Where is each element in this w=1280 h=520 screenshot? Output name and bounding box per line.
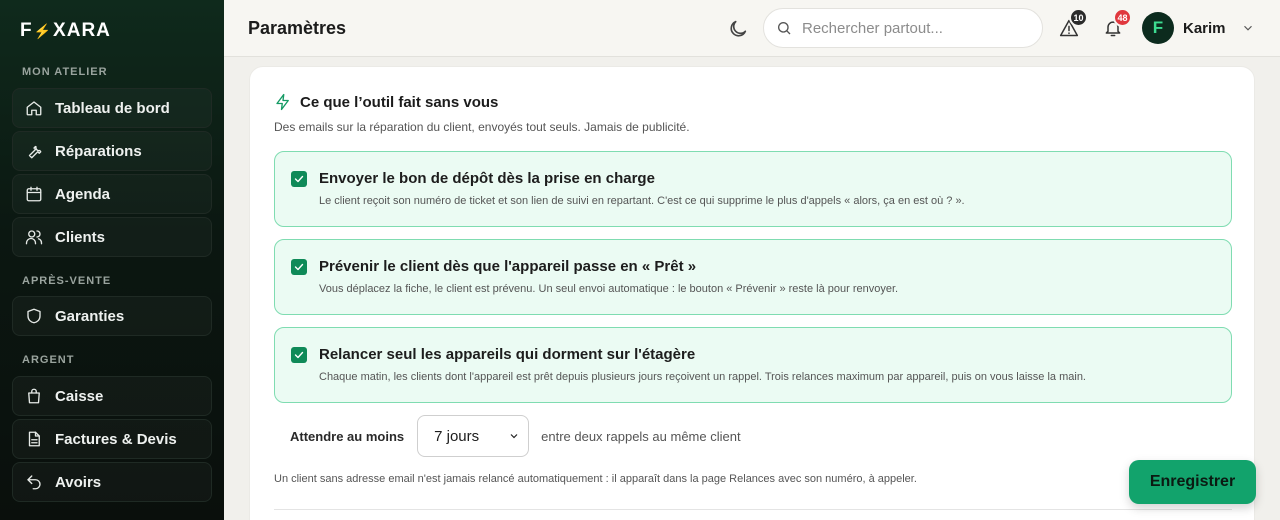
sidebar-item-label: Garanties	[55, 307, 125, 325]
document-icon	[28, 431, 40, 447]
option-checkbox[interactable]	[291, 259, 307, 275]
avatar: F	[1142, 12, 1174, 44]
chevron-down-icon	[1243, 25, 1252, 31]
card-title-text: Ce que l’outil fait sans vous	[300, 93, 499, 111]
section-label-argent: ARGENT	[22, 354, 75, 366]
page-title: Paramètres	[248, 18, 347, 38]
reminder-delay-row: Attendre au moins 7 jours entre deux rap…	[290, 415, 741, 457]
option-bon-de-depot[interactable]: Envoyer le bon de dépôt dès la prise en …	[274, 151, 1232, 227]
user-menu[interactable]: F Karim	[1142, 12, 1255, 44]
reminder-delay-label: Attendre au moins	[290, 428, 405, 444]
undo-icon	[27, 475, 41, 490]
reminder-delay-value: 7 jours	[434, 427, 480, 445]
section-label-apres-vente: APRÈS-VENTE	[22, 275, 112, 287]
option-title: Relancer seul les appareils qui dorment …	[319, 346, 696, 363]
alerts-count-badge: 10	[1069, 8, 1088, 27]
reminder-delay-select[interactable]: 7 jours	[417, 415, 530, 457]
brand-name-right: XARA	[53, 20, 111, 41]
option-checkbox[interactable]	[291, 347, 307, 363]
sidebar-item-agenda[interactable]: Agenda	[12, 174, 212, 214]
register-icon	[28, 388, 40, 404]
sidebar-item-label: Clients	[55, 228, 106, 246]
check-icon	[294, 263, 304, 271]
sidebar-item-factures-devis[interactable]: Factures & Devis	[12, 419, 212, 459]
wrench-icon	[28, 145, 42, 159]
footnote: Un client sans adresse email n'est jamai…	[274, 473, 917, 485]
moon-icon[interactable]	[727, 18, 749, 40]
sidebar-item-clients[interactable]: Clients	[12, 217, 212, 257]
sidebar-item-caisse[interactable]: Caisse	[12, 376, 212, 416]
sidebar-item-label: Agenda	[55, 185, 111, 203]
sidebar-item-label: Tableau de bord	[55, 99, 170, 117]
automation-settings-card: Ce que l’outil fait sans vous Des emails…	[249, 66, 1255, 520]
sidebar-item-label: Avoirs	[55, 473, 102, 491]
option-checkbox[interactable]	[291, 171, 307, 187]
card-title: Ce que l’outil fait sans vous	[274, 93, 498, 111]
reminder-delay-suffix: entre deux rappels au même client	[541, 428, 741, 444]
notifications-count-badge: 48	[1113, 8, 1132, 27]
option-title: Prévenir le client dès que l'appareil pa…	[319, 258, 697, 275]
option-title: Envoyer le bon de dépôt dès la prise en …	[319, 170, 655, 187]
sidebar-item-avoirs[interactable]: Avoirs	[12, 462, 212, 502]
shield-icon	[27, 308, 41, 324]
option-prevenir-pret[interactable]: Prévenir le client dès que l'appareil pa…	[274, 239, 1232, 315]
check-icon	[294, 351, 304, 359]
chevron-down-icon	[510, 434, 518, 439]
sidebar-item-tableau-de-bord[interactable]: Tableau de bord	[12, 88, 212, 128]
search-icon	[778, 22, 791, 35]
sidebar-item-label: Factures & Devis	[55, 430, 177, 448]
users-icon	[25, 230, 43, 245]
sidebar-item-garanties[interactable]: Garanties	[12, 296, 212, 336]
section-label-mon-atelier: MON ATELIER	[22, 66, 108, 78]
option-relancer-appareils[interactable]: Relancer seul les appareils qui dorment …	[274, 327, 1232, 403]
divider	[274, 509, 1232, 510]
option-description: Le client reçoit son numéro de ticket et…	[319, 195, 965, 207]
search-box[interactable]	[763, 8, 1043, 48]
save-button[interactable]: Enregistrer	[1129, 460, 1256, 504]
alerts-button[interactable]: 10	[1059, 8, 1088, 40]
lightning-icon	[276, 93, 289, 111]
sidebar-item-reparations[interactable]: Réparations	[12, 131, 212, 171]
sidebar-item-label: Caisse	[55, 387, 104, 405]
home-icon	[26, 101, 42, 116]
top-bar: Paramètres 10 48 F Karim	[224, 0, 1280, 57]
check-icon	[294, 175, 304, 183]
search-input[interactable]	[802, 19, 1022, 37]
card-subtitle: Des emails sur la réparation du client, …	[274, 120, 690, 134]
option-description: Chaque matin, les clients dont l'apparei…	[319, 371, 1086, 383]
brand-logo[interactable]: F ⚡ XARA	[20, 20, 111, 42]
sidebar: F ⚡ XARA MON ATELIER Tableau de bord Rép…	[0, 0, 224, 520]
brand-name-left: F	[20, 20, 33, 41]
calendar-icon	[26, 186, 42, 202]
sidebar-item-label: Réparations	[55, 142, 142, 160]
user-name: Karim	[1183, 19, 1226, 37]
bolt-icon: ⚡	[33, 22, 53, 39]
option-description: Vous déplacez la fiche, le client est pr…	[319, 283, 899, 295]
notifications-button[interactable]: 48	[1103, 8, 1132, 40]
